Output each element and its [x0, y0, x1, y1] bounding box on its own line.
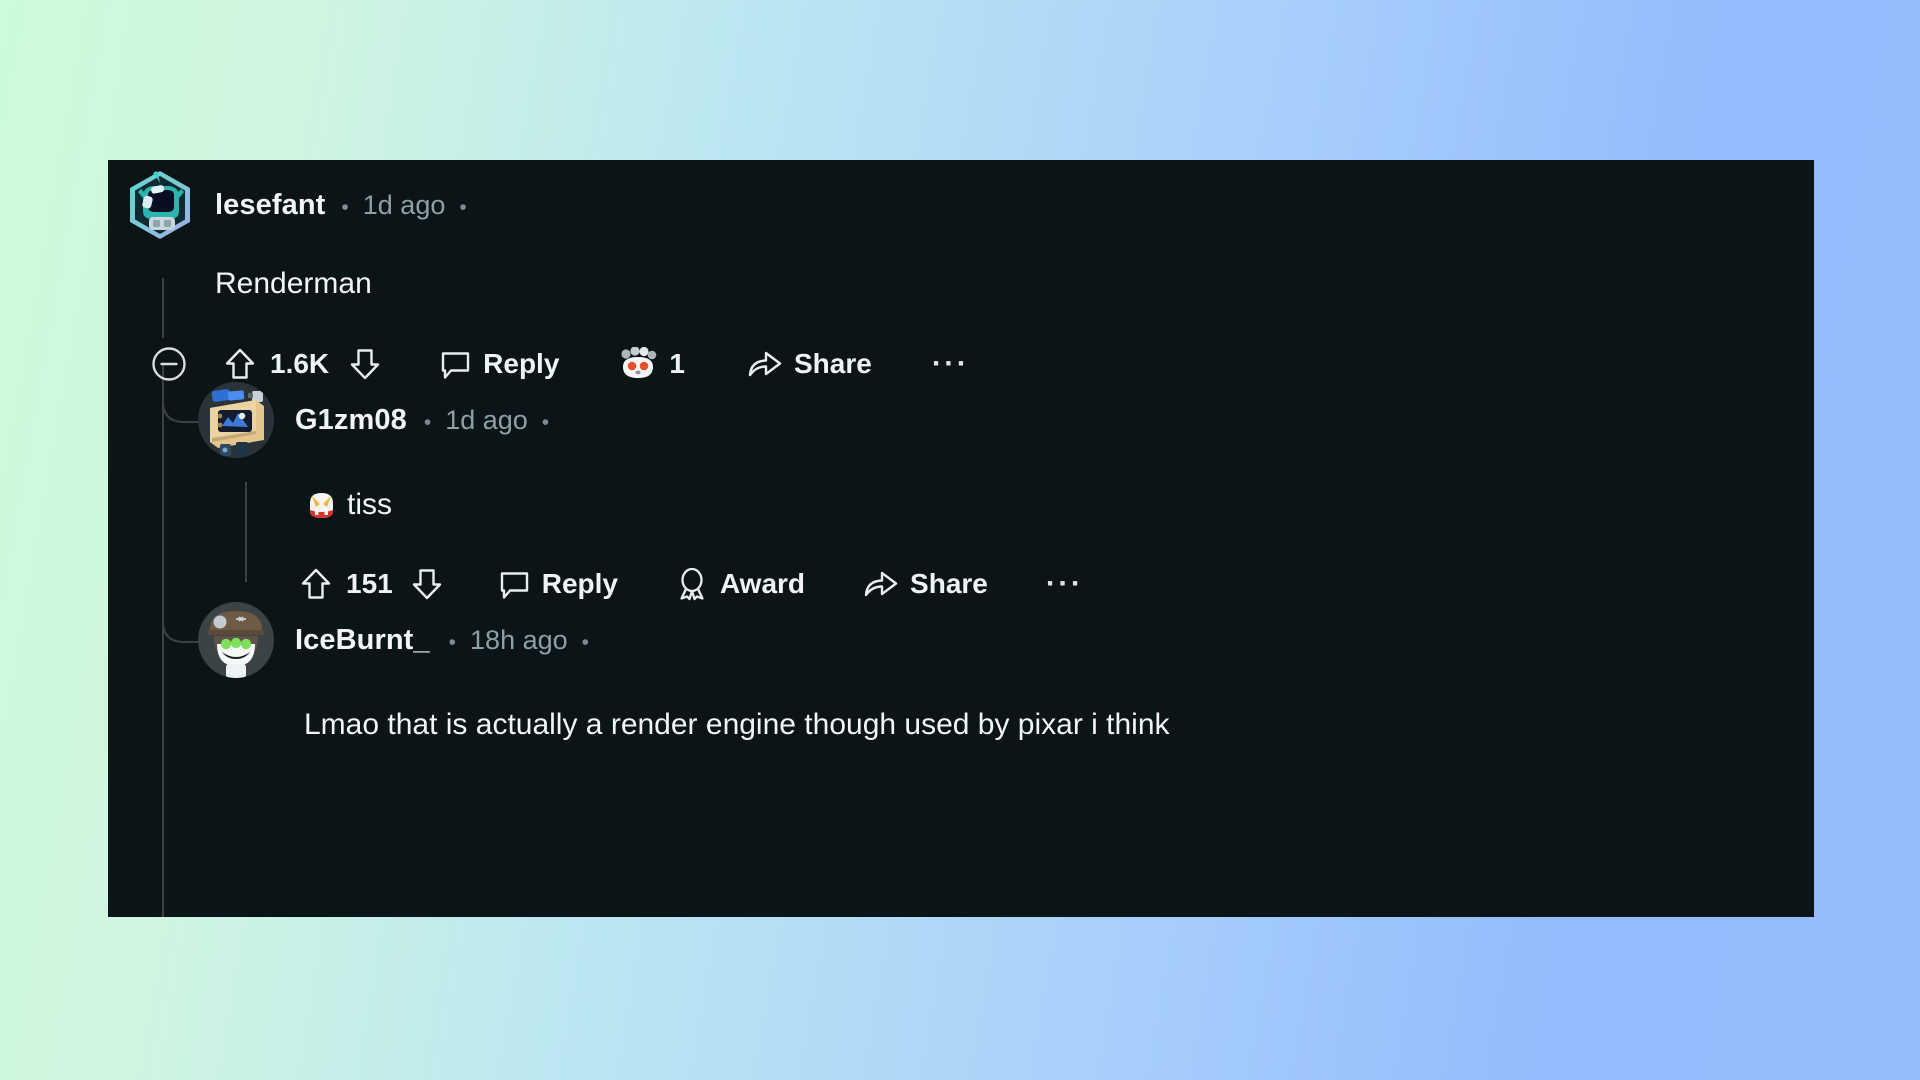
avatar-g1zm08[interactable]	[198, 382, 274, 458]
collapse-minus-icon	[151, 346, 187, 382]
comment-header-lesefant: lesefant • 1d ago •	[125, 160, 467, 250]
comment-timestamp[interactable]: 18h ago	[470, 625, 568, 656]
comment-thread-panel: lesefant • 1d ago • Renderman 1.6K Reply…	[108, 160, 1814, 917]
snoo-award-icon	[619, 347, 657, 381]
upvote-button[interactable]: 1.6K	[224, 347, 329, 381]
downvote-arrow-icon	[411, 567, 443, 601]
avatar-lesefant[interactable]	[125, 167, 195, 243]
award-rosette-icon	[675, 567, 709, 601]
share-arrow-icon	[747, 348, 783, 380]
award-label: Award	[719, 568, 806, 599]
reply-button[interactable]: Reply	[439, 348, 559, 381]
comment-body-text: Renderman	[215, 267, 372, 300]
award-button[interactable]: Award	[675, 567, 805, 601]
comment-body-iceburnt: Lmao that is actually a render engine th…	[304, 708, 1170, 742]
comment-body-lesefant: Renderman	[215, 267, 372, 301]
comment-body-g1zm08: tiss	[306, 488, 392, 522]
comment-bubble-icon	[439, 348, 472, 381]
downvote-button[interactable]	[411, 567, 443, 601]
award-count-button[interactable]: 1	[619, 347, 685, 381]
meta-separator: •	[341, 195, 349, 219]
more-options-button[interactable]: ···	[1046, 567, 1083, 601]
vote-count: 1.6K	[270, 348, 330, 379]
thread-line-depth2	[245, 482, 247, 582]
comment-author-name[interactable]: lesefant	[215, 189, 325, 222]
comment-header-iceburnt: IceBurnt_ • 18h ago •	[198, 598, 589, 682]
share-button[interactable]: Share	[747, 348, 872, 380]
comment-bubble-icon	[498, 568, 531, 601]
meta-separator: •	[448, 630, 457, 654]
downvote-arrow-icon	[349, 347, 381, 381]
vote-count: 151	[346, 568, 393, 599]
award-count: 1	[669, 348, 685, 379]
more-options-button[interactable]: ···	[932, 347, 969, 381]
thread-line-root	[162, 278, 164, 338]
oni-devil-mask-emoji	[306, 490, 337, 521]
comment-author-name[interactable]: G1zm08	[295, 404, 407, 437]
upvote-arrow-icon	[224, 347, 256, 381]
share-button[interactable]: Share	[863, 568, 988, 600]
comment-body-text: Lmao that is actually a render engine th…	[304, 708, 1170, 741]
reply-label: Reply	[483, 348, 560, 379]
share-label: Share	[793, 348, 872, 379]
upvote-button[interactable]: 151	[300, 567, 393, 601]
meta-separator-trailing: •	[459, 195, 467, 219]
upvote-arrow-icon	[300, 567, 332, 601]
avatar-iceburnt[interactable]	[198, 602, 274, 678]
comment-body-text: tiss	[347, 488, 392, 521]
share-arrow-icon	[863, 568, 899, 600]
comment-author-name[interactable]: IceBurnt_	[295, 624, 430, 657]
meta-separator-trailing: •	[541, 410, 550, 434]
share-label: Share	[910, 568, 988, 599]
downvote-button[interactable]	[349, 347, 381, 381]
reply-label: Reply	[541, 568, 618, 599]
comment-timestamp[interactable]: 1d ago	[445, 405, 528, 436]
collapse-button[interactable]	[151, 346, 187, 382]
meta-separator: •	[423, 410, 432, 434]
reply-button[interactable]: Reply	[498, 568, 618, 601]
comment-timestamp[interactable]: 1d ago	[363, 190, 446, 221]
comment-header-g1zm08: G1zm08 • 1d ago •	[198, 378, 549, 462]
meta-separator-trailing: •	[581, 630, 589, 654]
